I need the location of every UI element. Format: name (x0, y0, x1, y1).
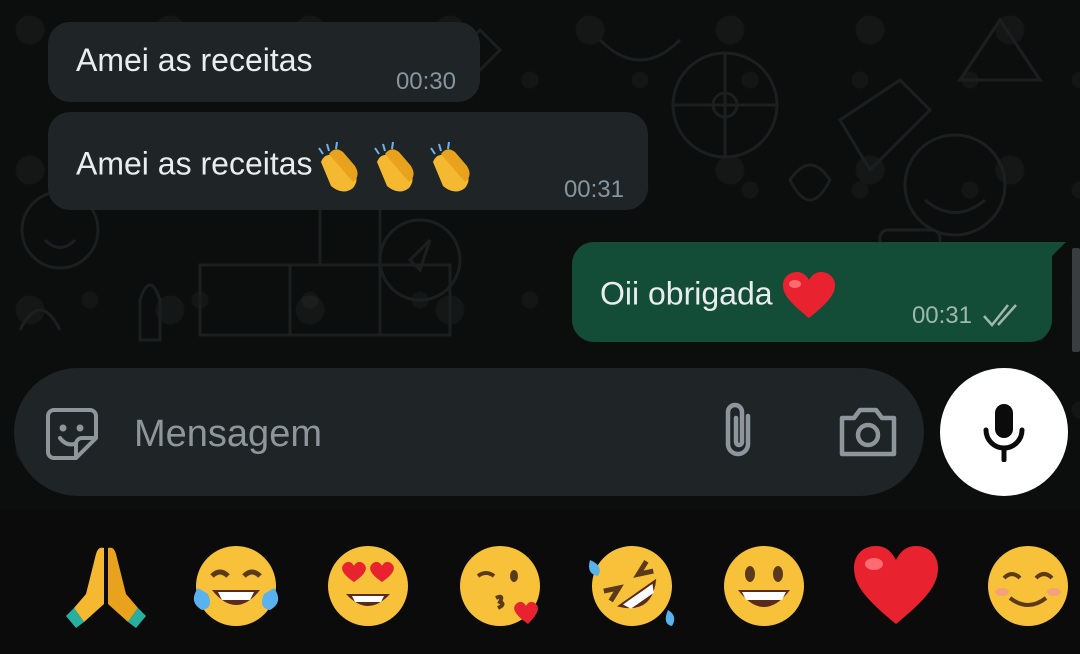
attach-icon[interactable] (714, 398, 762, 462)
clapping-hands-icon (317, 141, 358, 192)
face-blowing-a-kiss-icon[interactable] (454, 540, 546, 632)
sticker-icon[interactable] (44, 406, 100, 462)
message-text-row: Oii obrigada (600, 272, 837, 320)
scrollbar-thumb[interactable] (1072, 248, 1080, 352)
message-composer (14, 368, 924, 496)
bubble-tail (1048, 242, 1066, 260)
read-receipt-ticks-icon (983, 304, 1017, 327)
rolling-on-the-floor-laughing-icon[interactable] (586, 540, 678, 632)
clapping-hands-icon (429, 141, 470, 192)
message-bubble-incoming[interactable]: Amei as receitas 00:31 (48, 112, 648, 210)
message-input[interactable] (132, 404, 656, 464)
message-bubble-outgoing[interactable]: Oii obrigada 00:31 (572, 242, 1066, 342)
grinning-face-icon[interactable] (718, 540, 810, 632)
quick-emoji-bar (0, 510, 1080, 654)
microphone-icon (983, 404, 1025, 462)
message-time: 00:31 (563, 176, 624, 203)
red-heart-icon (783, 272, 836, 318)
message-text: Amei as receitas (76, 42, 313, 78)
smiling-face-with-heart-eyes-icon[interactable] (322, 540, 414, 632)
message-bubble-incoming[interactable]: Amei as receitas 00:30 (48, 22, 480, 102)
message-text-row: Amei as receitas (76, 140, 481, 192)
red-heart-icon[interactable] (850, 540, 942, 632)
clapping-hands-icon (373, 141, 414, 192)
smiling-face-icon[interactable] (982, 540, 1074, 632)
camera-icon[interactable] (836, 404, 900, 460)
message-text: Amei as receitas (76, 145, 313, 182)
message-time: 00:30 (395, 68, 456, 95)
message-text: Oii obrigada (600, 275, 773, 312)
folded-hands-icon[interactable] (60, 540, 152, 632)
voice-record-button[interactable] (940, 368, 1068, 496)
face-with-tears-of-joy-icon[interactable] (190, 540, 282, 632)
clapping-hands-emoji-group (317, 141, 470, 192)
message-time: 00:31 (911, 302, 972, 329)
